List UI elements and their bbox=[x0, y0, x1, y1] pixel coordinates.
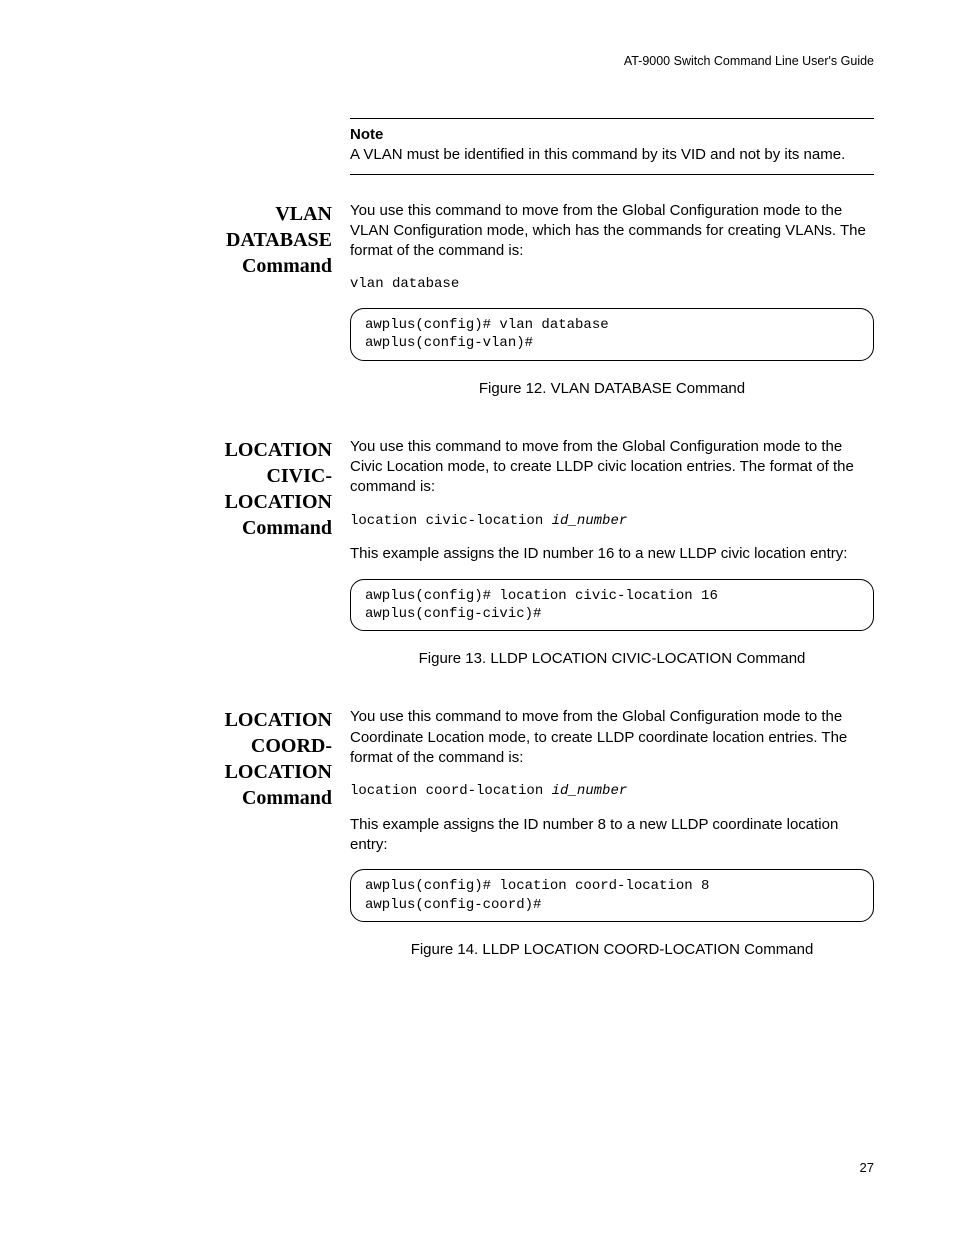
syntax-line: location coord-location id_number bbox=[350, 782, 874, 801]
sidehead-civic-location: LOCATION CIVIC- LOCATION Command bbox=[150, 437, 350, 698]
intro-para: You use this command to move from the Gl… bbox=[350, 437, 874, 498]
section-body: You use this command to move from the Gl… bbox=[350, 201, 874, 427]
section-body: You use this command to move from the Gl… bbox=[350, 437, 874, 698]
sidehead-line: COORD- bbox=[251, 735, 332, 757]
sidehead-line: CIVIC- bbox=[266, 465, 332, 487]
syntax-prefix: location civic-location bbox=[350, 513, 552, 529]
syntax-line: location civic-location id_number bbox=[350, 512, 874, 531]
sidehead-line: Command bbox=[242, 517, 332, 539]
sidehead-line: LOCATION bbox=[225, 439, 332, 461]
content-area: Note A VLAN must be identified in this c… bbox=[150, 118, 874, 988]
sidehead-line: Command bbox=[242, 255, 332, 277]
example-intro: This example assigns the ID number 16 to… bbox=[350, 544, 874, 564]
code-box: awplus(config)# location civic-location … bbox=[350, 579, 874, 631]
sidehead-vlan-database: VLAN DATABASE Command bbox=[150, 201, 350, 427]
syntax-param: id_number bbox=[552, 513, 628, 529]
example-intro: This example assigns the ID number 8 to … bbox=[350, 815, 874, 856]
page: AT-9000 Switch Command Line User's Guide… bbox=[0, 0, 954, 1235]
syntax-param: id_number bbox=[552, 783, 628, 799]
figure-caption: Figure 13. LLDP LOCATION CIVIC-LOCATION … bbox=[350, 649, 874, 669]
code-box: awplus(config)# vlan database awplus(con… bbox=[350, 308, 874, 360]
note-block: Note A VLAN must be identified in this c… bbox=[350, 118, 874, 175]
sidehead-line: DATABASE bbox=[226, 229, 332, 251]
running-header: AT-9000 Switch Command Line User's Guide bbox=[80, 54, 874, 68]
intro-para: You use this command to move from the Gl… bbox=[350, 201, 874, 262]
note-text: A VLAN must be identified in this comman… bbox=[350, 146, 845, 163]
section-civic-location: LOCATION CIVIC- LOCATION Command You use… bbox=[150, 437, 874, 698]
sidehead-line: VLAN bbox=[275, 203, 332, 225]
section-body: You use this command to move from the Gl… bbox=[350, 707, 874, 988]
sidehead-line: LOCATION bbox=[225, 491, 332, 513]
syntax-prefix: location coord-location bbox=[350, 783, 552, 799]
syntax-line: vlan database bbox=[350, 275, 874, 294]
sidehead-coord-location: LOCATION COORD- LOCATION Command bbox=[150, 707, 350, 988]
page-number: 27 bbox=[860, 1160, 874, 1175]
figure-caption: Figure 12. VLAN DATABASE Command bbox=[350, 379, 874, 399]
section-coord-location: LOCATION COORD- LOCATION Command You use… bbox=[150, 707, 874, 988]
figure-caption: Figure 14. LLDP LOCATION COORD-LOCATION … bbox=[350, 940, 874, 960]
code-box: awplus(config)# location coord-location … bbox=[350, 869, 874, 921]
section-vlan-database: VLAN DATABASE Command You use this comma… bbox=[150, 201, 874, 427]
intro-para: You use this command to move from the Gl… bbox=[350, 707, 874, 768]
sidehead-line: LOCATION bbox=[225, 709, 332, 731]
sidehead-line: LOCATION bbox=[225, 761, 332, 783]
note-label: Note bbox=[350, 126, 383, 143]
sidehead-line: Command bbox=[242, 787, 332, 809]
